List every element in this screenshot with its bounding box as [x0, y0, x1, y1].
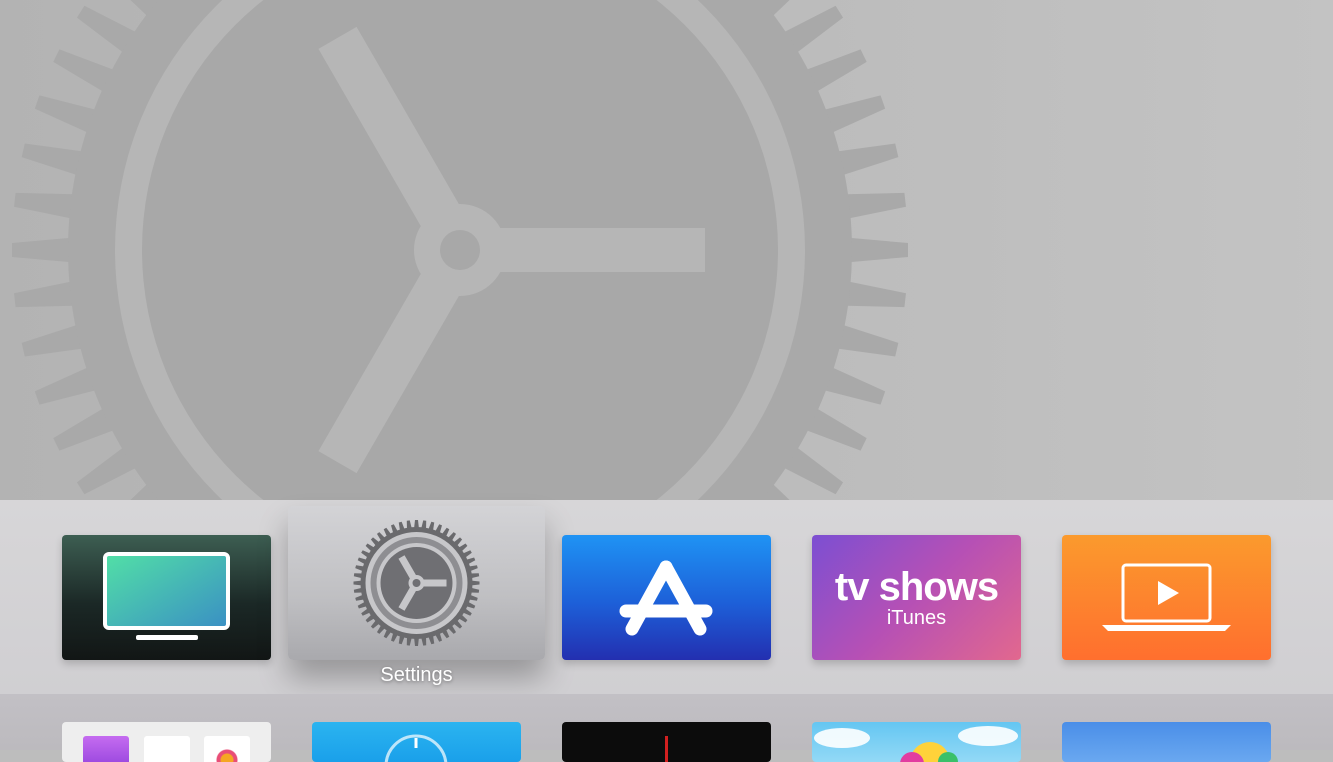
red-mark-icon — [665, 736, 668, 762]
laptop-play-icon — [1102, 563, 1231, 631]
tv-shows-subtitle: iTunes — [886, 607, 947, 629]
app-cartoon[interactable] — [812, 722, 1021, 762]
photos-icon — [204, 736, 250, 762]
focused-app-label: Settings — [380, 664, 453, 686]
cartoon-artwork — [814, 726, 1018, 762]
app-folder[interactable] — [62, 722, 271, 762]
app-store-icon — [619, 560, 713, 636]
music-note-icon — [144, 736, 190, 762]
tv-screen-icon — [103, 552, 230, 640]
app-sky[interactable] — [1062, 722, 1271, 762]
app-tv-shows[interactable]: tv shows iTunes — [812, 535, 1021, 660]
top-shelf-background — [0, 0, 1333, 500]
app-tv[interactable] — [62, 535, 271, 660]
gear-icon — [353, 520, 480, 646]
app-app-store[interactable] — [562, 535, 771, 660]
app-settings[interactable] — [288, 506, 545, 660]
app-black[interactable] — [562, 722, 771, 762]
app-movies[interactable] — [1062, 535, 1271, 660]
app-blue[interactable] — [312, 722, 521, 762]
gear-icon — [12, 0, 908, 500]
compass-icon — [384, 734, 448, 762]
podcast-icon — [83, 736, 129, 762]
tv-shows-title: tv shows — [834, 565, 999, 609]
